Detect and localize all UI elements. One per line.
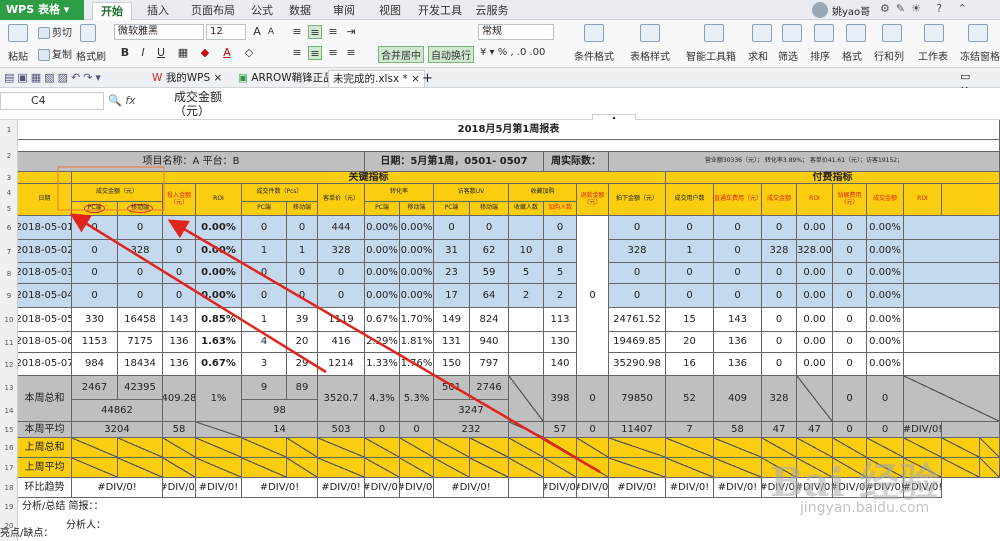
selection-highlight-box [57,166,165,211]
highlights-label: 亮点/缺点： [0,528,54,539]
watermark-url: jingyan.baidu.com [800,500,930,516]
arrow-to-mobile [167,219,601,474]
